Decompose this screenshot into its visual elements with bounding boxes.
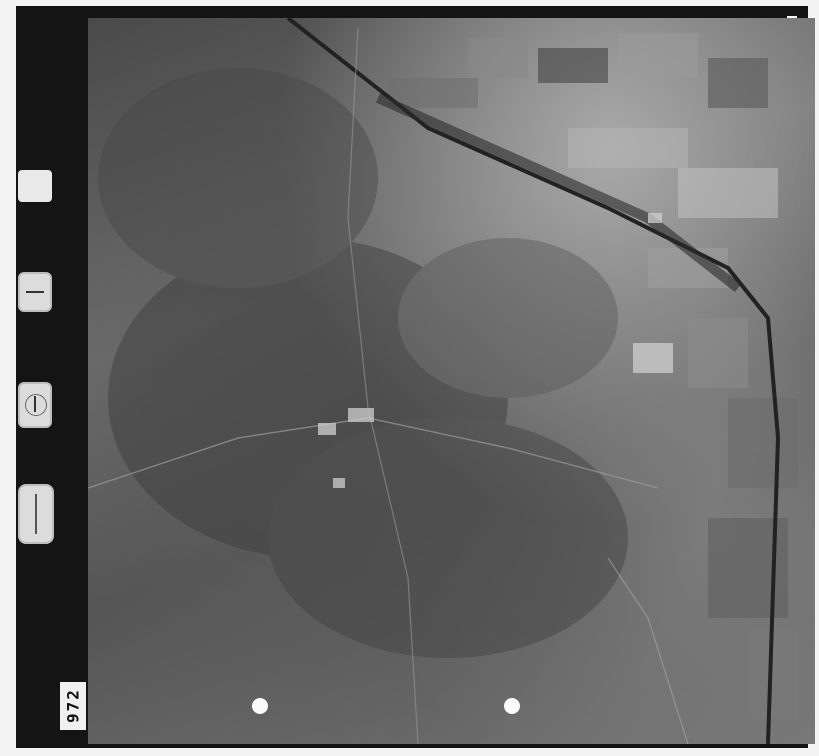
frame-number: 972: [60, 682, 86, 730]
level-gauge-icon: [18, 484, 54, 544]
clock-gauge-icon: [18, 272, 52, 312]
fiducial-mark-right: [504, 698, 520, 714]
edge-notch-left: [74, 366, 88, 390]
data-card: [18, 170, 52, 202]
film-frame: [16, 6, 815, 748]
fiducial-mark-left: [252, 698, 268, 714]
altimeter-gauge-icon: [18, 382, 52, 428]
aerial-photo: [88, 18, 815, 744]
instrument-strip: [16, 6, 72, 748]
